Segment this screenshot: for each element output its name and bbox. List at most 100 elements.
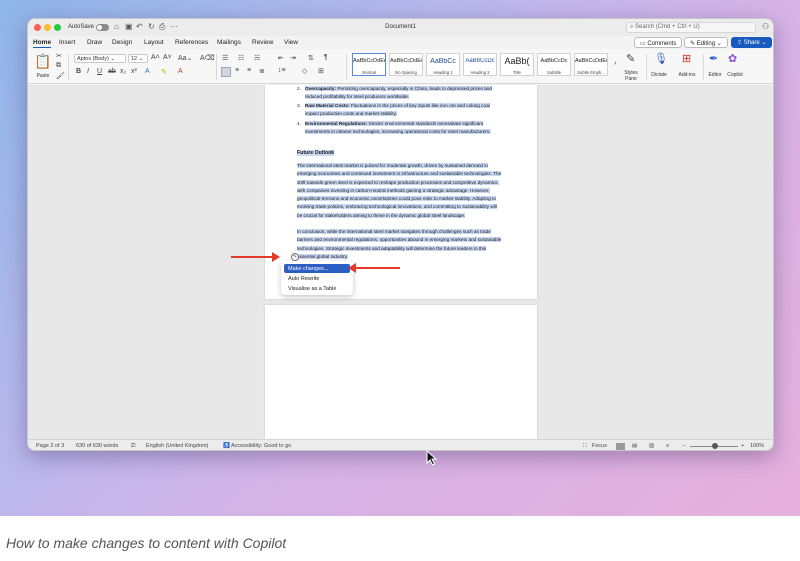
tab-layout[interactable]: Layout xyxy=(144,39,164,46)
style-sample: AaBbCcDdEe xyxy=(353,58,385,64)
search-placeholder: Search (Cmd + Ctrl + U) xyxy=(635,24,700,30)
ribbon-tabs: Home Insert Draw Design Layout Reference… xyxy=(28,36,773,50)
paste-label: Paste xyxy=(36,73,50,79)
add-ins-icon[interactable]: ⊞ xyxy=(682,52,691,65)
tab-insert[interactable]: Insert xyxy=(59,39,75,46)
copilot-inline-icon[interactable]: ✎ xyxy=(291,253,299,261)
style-card[interactable]: AaBbCcDdEe Normal xyxy=(352,53,386,76)
zoom-level[interactable]: 100% xyxy=(750,443,764,449)
page-count[interactable]: Page 2 of 3 xyxy=(36,443,64,449)
microphone-icon[interactable]: 🎙 xyxy=(654,52,668,65)
copy-icon[interactable]: ⧉ xyxy=(56,62,61,70)
editor-icon[interactable]: ✒ xyxy=(709,52,718,65)
paste-icon[interactable]: 📋 xyxy=(34,53,51,70)
italic-icon[interactable]: I xyxy=(87,68,89,75)
page[interactable] xyxy=(265,305,537,439)
proofing-icon[interactable]: ⎚ xyxy=(131,443,135,450)
editing-mode-button[interactable]: ✎ Editing ⌄ xyxy=(684,37,728,48)
copilot-icon[interactable]: ✿ xyxy=(728,52,737,65)
cut-icon[interactable]: ✂ xyxy=(56,52,62,60)
search-input[interactable]: ⌕ Search (Cmd + Ctrl + U) xyxy=(626,22,756,33)
style-sample: AaBb( xyxy=(504,56,530,66)
style-name: Subtle Emph... xyxy=(577,70,605,75)
paragraph-conclusion-text: In conclusion, while the international s… xyxy=(297,229,502,259)
outline-view-icon[interactable]: ≡ xyxy=(666,443,669,449)
borders-icon[interactable]: ⊞ xyxy=(318,67,324,75)
align-right-icon[interactable]: ≡ xyxy=(247,67,251,74)
accessibility-icon: ♿ xyxy=(223,443,230,449)
decrease-indent-icon[interactable]: ⇤ xyxy=(278,54,284,62)
style-sample: AaBbCcDc xyxy=(540,58,568,64)
clear-formatting-icon[interactable]: A⌫ xyxy=(200,54,215,62)
grow-font-icon[interactable]: A˄ xyxy=(151,54,160,61)
align-center-icon[interactable]: ≡ xyxy=(235,67,239,74)
tab-view[interactable]: View xyxy=(284,39,298,46)
style-card[interactable]: AaBbCcDc Subtitle xyxy=(537,53,571,76)
underline-icon[interactable]: U xyxy=(97,68,102,75)
tab-home[interactable]: Home xyxy=(33,39,52,48)
format-painter-icon[interactable]: 🖌 xyxy=(56,72,65,80)
styles-pane-icon[interactable]: ✎ xyxy=(626,52,635,65)
tab-draw[interactable]: Draw xyxy=(87,39,102,46)
style-card[interactable]: AaBbCcDdEe No Spacing xyxy=(389,53,423,76)
bullets-icon[interactable]: ☰ xyxy=(222,54,228,62)
comments-button[interactable]: ▭ Comments xyxy=(634,37,683,48)
share-icon: ⇪ xyxy=(737,40,744,46)
font-name-select[interactable]: Aptos (Body) ⌄ xyxy=(74,54,126,63)
shading-icon[interactable]: ◇ xyxy=(302,67,307,75)
word-count[interactable]: 630 of 630 words xyxy=(76,443,118,449)
style-card[interactable]: AaBb(Title xyxy=(500,53,534,76)
print-layout-view-button[interactable] xyxy=(616,443,625,450)
justify-icon[interactable]: ≣ xyxy=(259,67,265,75)
arrow-head-left xyxy=(348,263,356,273)
text-effects-icon[interactable]: A xyxy=(145,68,150,75)
menu-item-make-changes[interactable]: Make changes... xyxy=(284,264,350,273)
highlight-icon[interactable]: ✎ xyxy=(161,68,167,76)
zoom-in-icon[interactable]: + xyxy=(741,443,744,449)
tab-mailings[interactable]: Mailings xyxy=(217,39,241,46)
divider xyxy=(216,54,217,80)
font-size-select[interactable]: 12 ⌄ xyxy=(128,54,148,63)
document-canvas[interactable]: 2. Overcapacity: Persisting overcapacity,… xyxy=(28,85,773,439)
font-color-icon[interactable]: A xyxy=(178,68,183,75)
zoom-slider-handle[interactable] xyxy=(712,443,718,449)
arrow-head-right xyxy=(272,252,280,262)
list-number: 4. xyxy=(297,121,301,126)
shrink-font-icon[interactable]: A˅ xyxy=(163,54,172,61)
share-button[interactable]: ⇪ Share ⌄ xyxy=(731,37,773,48)
profile-icon[interactable]: ⚇ xyxy=(762,22,769,31)
tab-references[interactable]: References xyxy=(175,39,208,46)
superscript-icon[interactable]: x² xyxy=(131,68,137,75)
web-layout-icon[interactable]: ▤ xyxy=(632,443,637,449)
zoom-out-icon[interactable]: − xyxy=(682,443,685,449)
menu-item-visualise-table[interactable]: Visualise as a Table xyxy=(284,284,350,293)
numbering-icon[interactable]: ☷ xyxy=(238,54,244,62)
line-spacing-icon[interactable]: ↕≡ xyxy=(278,67,286,74)
language-status[interactable]: English (United Kingdom) xyxy=(146,443,208,449)
bold-icon[interactable]: B xyxy=(76,68,81,75)
accessibility-status[interactable]: Accessibility: Good to go xyxy=(231,443,291,449)
focus-button[interactable]: Focus xyxy=(592,443,607,449)
menu-item-auto-rewrite[interactable]: Auto Rewrite xyxy=(284,274,350,283)
style-card[interactable]: AaBbCc Heading 1 xyxy=(426,53,460,76)
strikethrough-icon[interactable]: ab xyxy=(108,68,116,75)
subscript-icon[interactable]: x₂ xyxy=(120,68,126,75)
tab-review[interactable]: Review xyxy=(252,39,273,46)
list-item: 3. Raw Material Costs: Fluctuations in th… xyxy=(297,102,502,119)
font-name-value: Aptos (Body) xyxy=(77,56,109,62)
styles-more-icon[interactable]: › xyxy=(614,60,616,67)
sort-icon[interactable]: ⇅ xyxy=(308,54,314,62)
align-left-button[interactable] xyxy=(221,67,231,77)
word-window: AutoSave ⌂ ▣ ↶ ↻ ⎙ ··· Document1 ⌕ Searc… xyxy=(27,18,774,451)
increase-indent-icon[interactable]: ⇥ xyxy=(290,54,296,62)
style-sample: AaBbCcDc xyxy=(465,58,495,64)
caption: How to make changes to content with Copi… xyxy=(6,535,287,551)
change-case-icon[interactable]: Aa⌄ xyxy=(178,54,192,62)
style-card[interactable]: AaBbCcDc Heading 2 xyxy=(463,53,497,76)
style-card[interactable]: AaBbCcDdEe Subtle Emph... xyxy=(574,53,608,76)
list-item: 4. Environmental Regulations: Stricter en… xyxy=(297,120,502,137)
multilevel-list-icon[interactable]: ☵ xyxy=(254,54,260,62)
paragraph-marks-icon[interactable]: ¶ xyxy=(324,54,328,61)
tab-design[interactable]: Design xyxy=(112,39,132,46)
read-mode-icon[interactable]: ▧ xyxy=(649,443,654,449)
